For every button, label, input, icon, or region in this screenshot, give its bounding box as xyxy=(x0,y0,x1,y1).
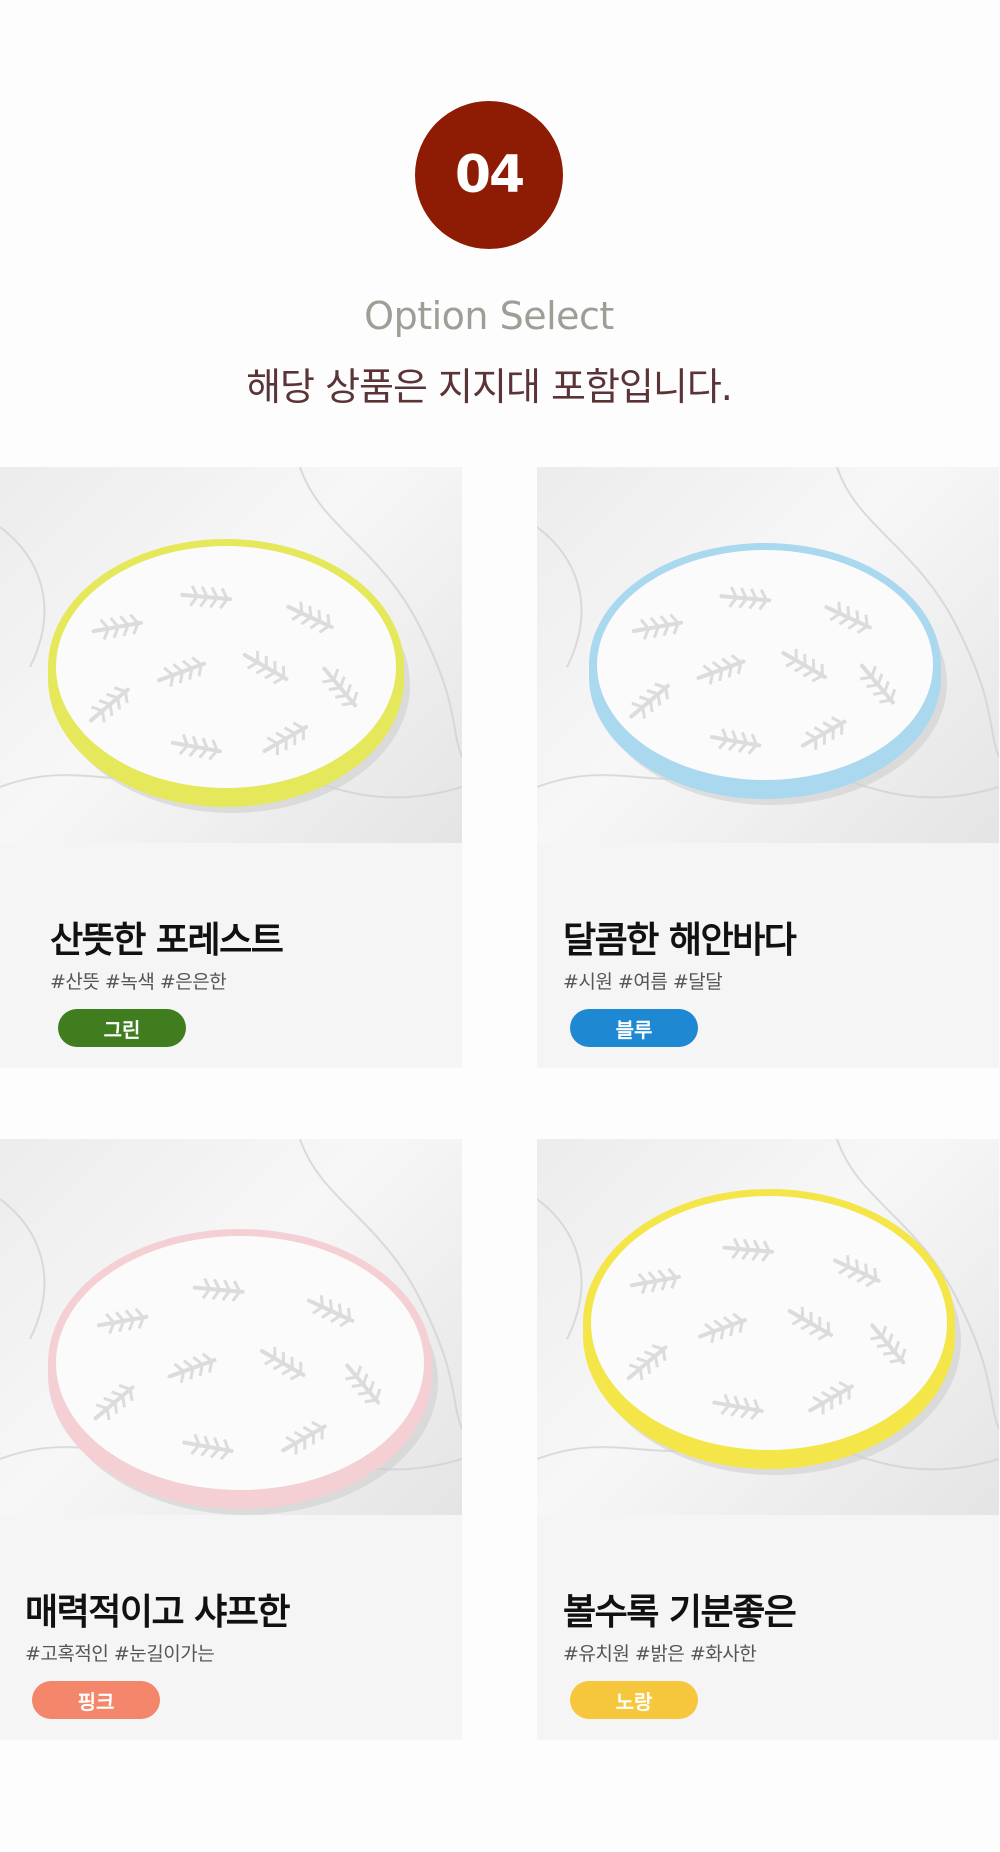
marble-vein xyxy=(0,526,46,668)
marble-vein xyxy=(0,1198,46,1340)
plate-face xyxy=(56,1236,424,1490)
color-chip-pink[interactable]: 핑크 xyxy=(32,1681,160,1719)
marble-vein xyxy=(537,1198,583,1340)
plate-face xyxy=(591,1196,947,1450)
option-info: 매력적이고 샤프한 #고혹적인 #눈길이가는 핑크 xyxy=(0,1515,462,1740)
color-chip-label: 핑크 xyxy=(77,1689,115,1714)
plate-face xyxy=(597,550,933,780)
option-title: 볼수록 기분좋은 xyxy=(563,1592,797,1633)
plate-face xyxy=(56,546,396,788)
plate-illustration xyxy=(537,467,999,805)
plate-illustration xyxy=(0,467,462,813)
option-title: 산뜻한 포레스트 xyxy=(50,920,284,961)
plate-photo xyxy=(537,467,999,843)
option-card-green[interactable]: 산뜻한 포레스트 #산뜻 #녹색 #은은한 그린 xyxy=(0,467,462,1068)
color-chip-label: 노랑 xyxy=(615,1689,653,1714)
option-tags: #고혹적인 #눈길이가는 xyxy=(25,1643,215,1665)
section-subtitle: Option Select xyxy=(364,294,614,338)
color-chip-label: 블루 xyxy=(615,1017,653,1042)
plate-illustration xyxy=(537,1139,999,1475)
option-tags: #산뜻 #녹색 #은은한 xyxy=(50,971,227,993)
plate-photo xyxy=(0,467,462,843)
color-chip-yellow[interactable]: 노랑 xyxy=(570,1681,698,1719)
step-number: 04 xyxy=(454,145,525,205)
option-info: 달콤한 해안바다 #시원 #여름 #달달 블루 xyxy=(537,843,999,1068)
option-card-yellow[interactable]: 볼수록 기분좋은 #유치원 #밝은 #화사한 노랑 xyxy=(537,1139,999,1740)
color-chip-label: 그린 xyxy=(103,1017,141,1042)
option-tags: #유치원 #밝은 #화사한 xyxy=(563,1643,757,1665)
step-number-badge: 04 xyxy=(415,101,563,249)
option-card-blue[interactable]: 달콤한 해안바다 #시원 #여름 #달달 블루 xyxy=(537,467,999,1068)
option-card-pink[interactable]: 매력적이고 샤프한 #고혹적인 #눈길이가는 핑크 xyxy=(0,1139,462,1740)
plate-photo xyxy=(537,1139,999,1515)
marble-vein xyxy=(537,526,583,668)
option-info: 산뜻한 포레스트 #산뜻 #녹색 #은은한 그린 xyxy=(0,843,462,1068)
section-title: 해당 상품은 지지대 포함입니다. xyxy=(246,365,733,409)
option-title: 달콤한 해안바다 xyxy=(563,920,797,961)
plate-photo xyxy=(0,1139,462,1515)
option-info: 볼수록 기분좋은 #유치원 #밝은 #화사한 노랑 xyxy=(537,1515,999,1740)
color-chip-green[interactable]: 그린 xyxy=(58,1009,186,1047)
plate-illustration xyxy=(0,1139,462,1515)
option-title: 매력적이고 샤프한 xyxy=(25,1592,291,1633)
color-chip-blue[interactable]: 블루 xyxy=(570,1009,698,1047)
option-tags: #시원 #여름 #달달 xyxy=(563,971,723,993)
